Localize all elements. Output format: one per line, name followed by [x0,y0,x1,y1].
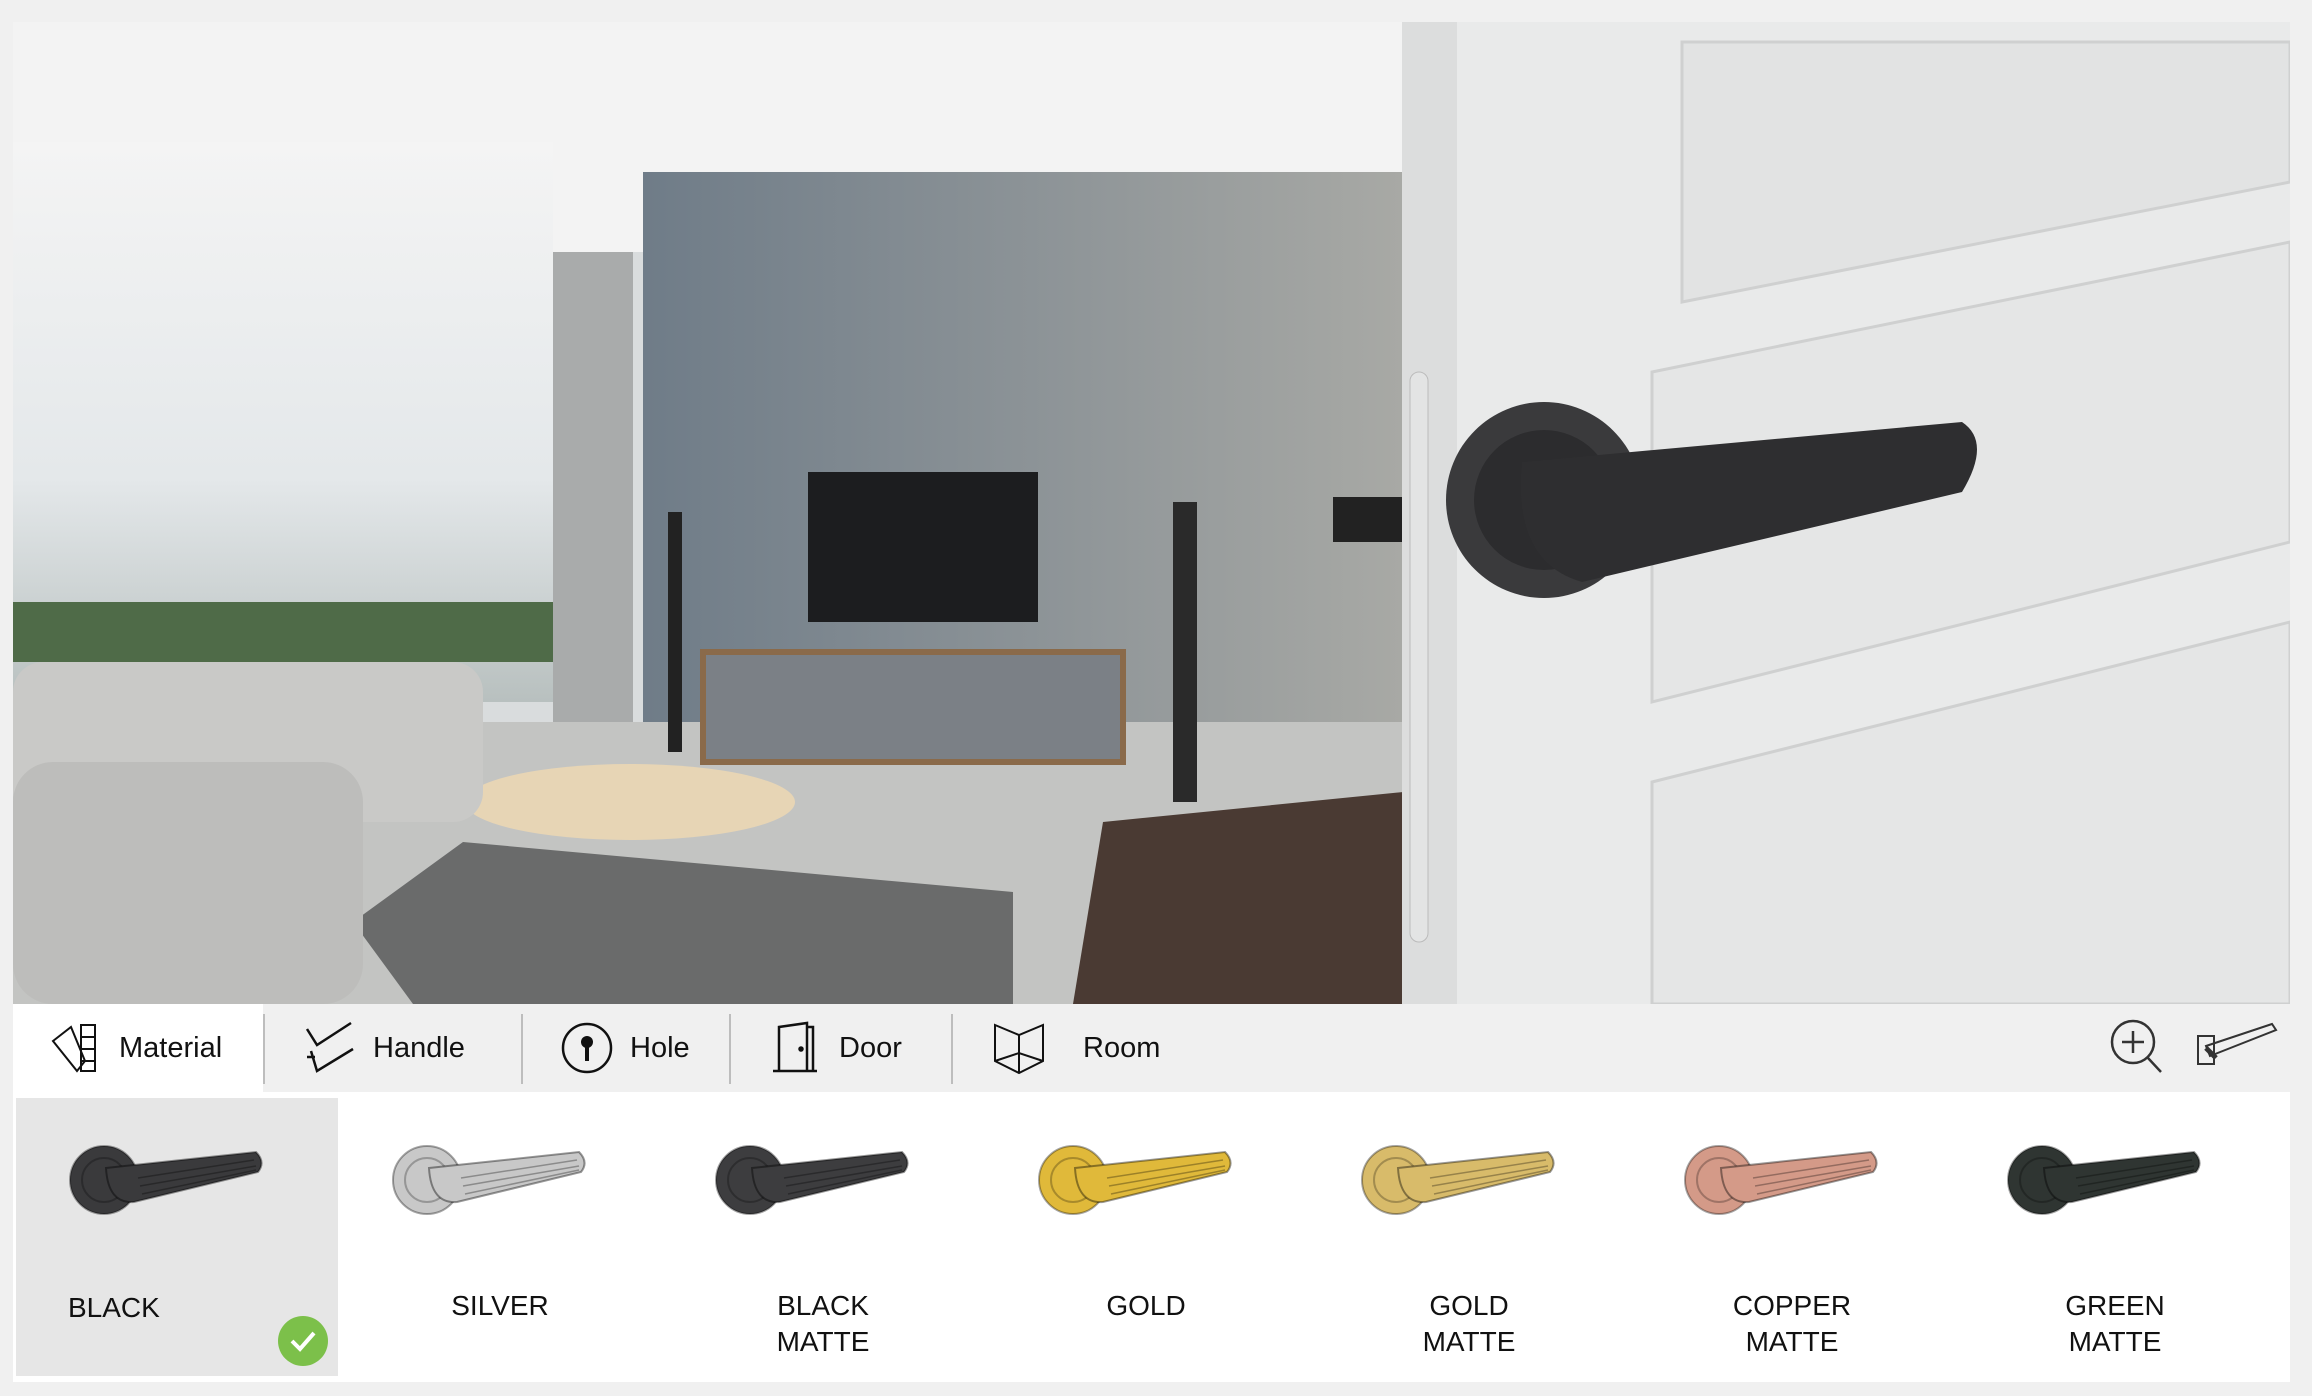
handle-thumbnail [392,1145,586,1215]
swatch-label: GOLD MATTE [1422,1290,1516,1357]
swatch-silver[interactable]: SILVER [339,1098,661,1376]
swatch-label: SILVER [451,1290,549,1321]
tab-material[interactable]: Material [13,1004,263,1092]
divider [521,1014,523,1084]
door-icon [773,1021,817,1073]
divider [263,1014,265,1084]
swatch-gold-matte[interactable]: GOLD MATTE [1308,1098,1630,1376]
handle-view-icon[interactable] [2196,1022,2280,1068]
tab-hole[interactable]: Hole [560,1004,690,1092]
swatch-copper-matte[interactable]: COPPER MATTE [1631,1098,1953,1376]
tab-label: Handle [373,1031,465,1064]
swatch-gold[interactable]: GOLD [985,1098,1307,1376]
tab-handle[interactable]: Handle [303,1004,465,1092]
tab-label: Material [119,1031,223,1064]
swatch-black-matte[interactable]: BLACK MATTE [662,1098,984,1376]
swatch-label: BLACK MATTE [776,1290,870,1357]
swatch-label: GOLD [1106,1290,1186,1321]
configurator-toolbar: Material Handle Hole Door Room [13,1004,2290,1092]
tab-label: Hole [630,1031,690,1064]
divider [729,1014,731,1084]
tab-label: Door [839,1031,902,1064]
handle-thumbnail [1038,1145,1232,1215]
selected-check-icon [278,1316,328,1366]
tab-door[interactable]: Door [769,1004,902,1092]
finish-swatch-list: BLACK SILVER BLACK MATTE GOLD GOLD MATTE… [13,1092,2290,1382]
living-room-image [13,22,1402,1004]
material-swatch-icon [51,1024,96,1073]
keyhole-icon [561,1022,613,1074]
swatch-black[interactable]: BLACK [16,1098,338,1376]
swatch-label: GREEN MATTE [2065,1290,2165,1357]
handle-thumbnail [1361,1145,1555,1215]
door-image [1402,22,2290,1004]
handle-thumbnail [69,1145,263,1215]
handle-icon [305,1021,354,1073]
room-preview [13,22,2290,1004]
swatch-green-matte[interactable]: GREEN MATTE [1954,1098,2276,1376]
tab-label: Room [1083,1031,1161,1064]
handle-thumbnail [715,1145,909,1215]
swatch-label: COPPER MATTE [1732,1290,1852,1357]
tab-room[interactable]: Room [991,1004,1160,1092]
room-icon [994,1023,1044,1075]
zoom-in-icon[interactable] [2109,1018,2165,1078]
handle-thumbnail [2007,1145,2201,1215]
handle-thumbnail [1684,1145,1878,1215]
divider [951,1014,953,1084]
